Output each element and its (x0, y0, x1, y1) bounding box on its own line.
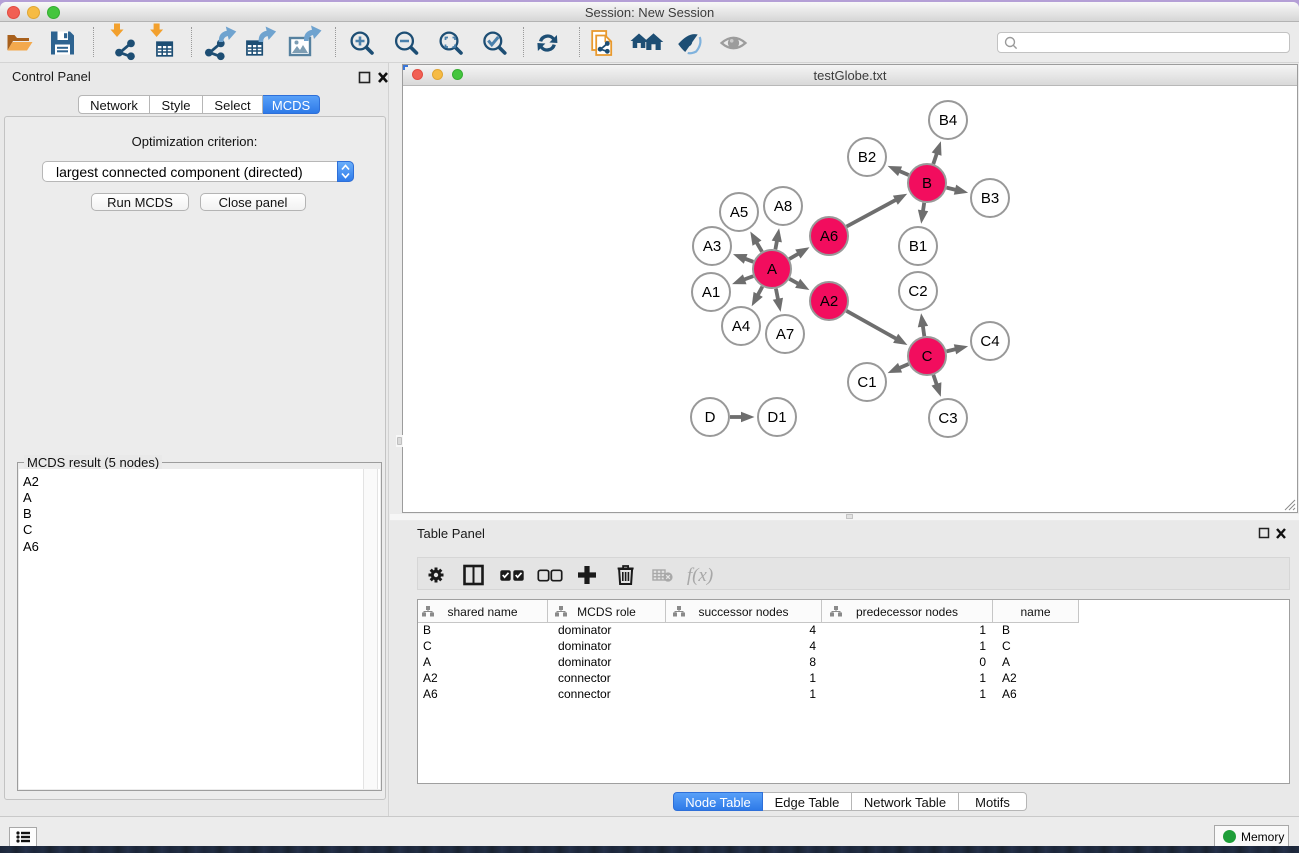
svg-text:A8: A8 (774, 198, 792, 215)
svg-text:D1: D1 (767, 409, 786, 426)
svg-text:B1: B1 (909, 238, 927, 255)
svg-text:A: A (767, 261, 777, 278)
svg-text:A6: A6 (820, 228, 838, 245)
svg-text:C4: C4 (980, 333, 999, 350)
svg-text:B2: B2 (858, 149, 876, 166)
svg-text:A1: A1 (702, 284, 720, 301)
svg-text:C2: C2 (908, 283, 927, 300)
svg-text:B: B (922, 175, 932, 192)
svg-text:B3: B3 (981, 190, 999, 207)
svg-text:B4: B4 (939, 112, 957, 129)
svg-text:A3: A3 (703, 238, 721, 255)
svg-text:C: C (922, 348, 933, 365)
svg-text:A4: A4 (732, 318, 750, 335)
svg-text:A5: A5 (730, 204, 748, 221)
svg-text:A7: A7 (776, 326, 794, 343)
svg-text:f(x): f(x) (687, 565, 713, 586)
svg-text:C1: C1 (857, 374, 876, 391)
svg-text:A2: A2 (820, 293, 838, 310)
svg-text:C3: C3 (938, 410, 957, 427)
svg-text:D: D (705, 409, 716, 426)
